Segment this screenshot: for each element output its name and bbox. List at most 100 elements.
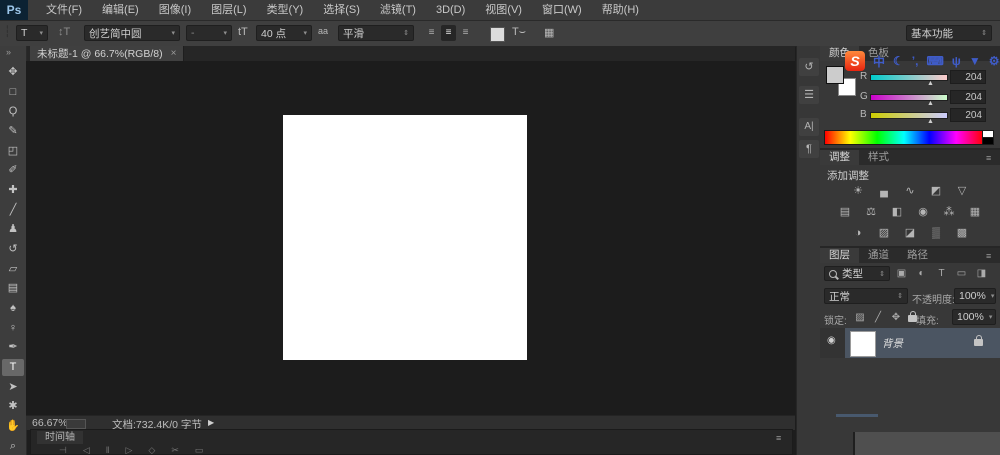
tab-styles[interactable]: 样式 [859, 150, 898, 165]
adj-color-lookup-button[interactable]: ▦ [967, 205, 983, 220]
properties-panel-button[interactable]: ☰ [799, 86, 819, 104]
timeline-control-icon[interactable]: ◇ [148, 445, 155, 455]
menu-layer[interactable]: 图层(L) [201, 0, 256, 20]
type-tool[interactable]: T [2, 359, 24, 376]
lasso-tool[interactable]: Ϙ [2, 103, 24, 120]
blue-slider[interactable] [870, 112, 948, 119]
menu-file[interactable]: 文件(F) [36, 0, 92, 20]
adj-invert-button[interactable]: ◑ [850, 226, 866, 241]
keyboard-icon[interactable]: ⌨ [926, 54, 943, 68]
spectrum-black-chip[interactable] [982, 137, 994, 145]
timeline-control-icon[interactable]: ◁ [83, 445, 90, 455]
blue-slider-thumb[interactable]: ▲ [927, 118, 934, 125]
skin-icon[interactable]: ▼ [969, 54, 981, 68]
tab-adjustments[interactable]: 调整 [820, 150, 859, 165]
align-center-button[interactable]: ≡ [441, 25, 456, 41]
filter-type-icon[interactable]: T [934, 266, 949, 281]
menu-select[interactable]: 选择(S) [313, 0, 370, 20]
tab-layers[interactable]: 图层 [820, 248, 859, 263]
status-flyout-arrow-icon[interactable]: ▶ [208, 418, 214, 427]
color-spectrum-bar[interactable] [824, 130, 984, 145]
crop-tool[interactable]: ◰ [2, 143, 24, 160]
adj-curves-button[interactable]: ∿ [902, 184, 918, 199]
path-selection-tool[interactable]: ➤ [2, 379, 24, 396]
zoom-level-field[interactable]: 66.67% [32, 417, 68, 429]
adj-vibrance-button[interactable]: ▽ [954, 184, 970, 199]
tab-paths[interactable]: 路径 [898, 248, 937, 263]
anti-alias-select[interactable]: 平滑 ⇕ [338, 25, 414, 41]
filter-pixel-icon[interactable]: ▣ [894, 266, 909, 281]
brush-tool[interactable]: ╱ [2, 202, 24, 219]
toolbox-overflow-icon[interactable]: » [6, 47, 11, 57]
adj-brightness-contrast-button[interactable]: ☀ [850, 184, 866, 199]
adj-threshold-button[interactable]: ◪ [902, 226, 918, 241]
workspace-select[interactable]: 基本功能 ⇕ [906, 25, 992, 41]
filter-shape-icon[interactable]: ▭ [954, 266, 969, 281]
menu-filter[interactable]: 滤镜(T) [370, 0, 426, 20]
layers-menu-icon[interactable]: ≡ [986, 251, 990, 261]
timeline-menu-icon[interactable]: ≡ [776, 433, 780, 443]
menu-image[interactable]: 图像(I) [149, 0, 201, 20]
red-slider-thumb[interactable]: ▲ [927, 80, 934, 87]
eyedropper-tool[interactable]: ✐ [2, 162, 24, 179]
layer-filter-select[interactable]: 类型 ⇕ [824, 266, 890, 281]
zoom-tool[interactable]: ⌕ [2, 438, 24, 455]
menu-help[interactable]: 帮助(H) [592, 0, 649, 20]
chinese-mode-icon[interactable]: 中 [873, 53, 885, 70]
clone-stamp-tool[interactable]: ♟ [2, 221, 24, 238]
wrench-settings-icon[interactable]: ⚙ [989, 54, 1000, 68]
layer-thumbnail[interactable] [850, 331, 876, 357]
red-slider[interactable] [870, 74, 948, 81]
timeline-control-icon[interactable]: ⊣ [59, 445, 67, 455]
blur-tool[interactable]: ♠ [2, 300, 24, 317]
adj-levels-button[interactable]: ▄ [876, 184, 892, 199]
text-orientation-toggle-icon[interactable]: ↕T [58, 26, 70, 38]
moon-icon[interactable]: ☾ [893, 54, 904, 68]
document-tab[interactable]: 未标题-1 @ 66.7%(RGB/8) × [30, 46, 184, 61]
blue-value-field[interactable]: 204 [950, 108, 986, 122]
tab-channels[interactable]: 通道 [859, 248, 898, 263]
adj-posterize-button[interactable]: ▨ [876, 226, 892, 241]
green-slider-thumb[interactable]: ▲ [927, 100, 934, 107]
hand-tool[interactable]: ✋ [2, 418, 24, 435]
paragraph-panel-button[interactable]: ¶ [799, 140, 819, 158]
move-tool[interactable]: ✥ [2, 64, 24, 81]
text-color-swatch[interactable] [490, 27, 505, 42]
green-slider[interactable] [870, 94, 948, 101]
marquee-tool[interactable]: □ [2, 84, 24, 101]
dodge-tool[interactable]: ♀ [2, 320, 24, 337]
healing-brush-tool[interactable]: ✚ [2, 182, 24, 199]
red-value-field[interactable]: 204 [950, 70, 986, 84]
timeline-control-icon[interactable]: ▭ [195, 445, 204, 455]
align-left-button[interactable]: ≡ [424, 25, 439, 41]
timeline-control-icon[interactable]: ‖ [106, 445, 110, 455]
document-canvas[interactable] [283, 115, 527, 360]
eraser-tool[interactable]: ▱ [2, 261, 24, 278]
adj-selective-color-button[interactable]: ▩ [954, 226, 970, 241]
quick-selection-tool[interactable]: ✎ [2, 123, 24, 140]
adjustments-menu-icon[interactable]: ≡ [986, 153, 990, 163]
eye-icon[interactable]: ◉ [827, 335, 836, 346]
filter-adjustment-icon[interactable]: ◐ [914, 266, 929, 281]
toggle-panels-icon[interactable]: ▦ [544, 26, 554, 39]
custom-shape-tool[interactable]: ✱ [2, 398, 24, 415]
font-size-select[interactable]: 40 点 ▾ [256, 25, 312, 41]
fill-field[interactable]: 100% ▾ [952, 309, 996, 325]
menu-edit[interactable]: 编辑(E) [92, 0, 149, 20]
filter-smart-object-icon[interactable]: ◨ [974, 266, 989, 281]
history-panel-button[interactable]: ↺ [799, 58, 819, 76]
character-panel-button[interactable]: A| [799, 118, 819, 136]
font-style-select[interactable]: - ▾ [186, 25, 232, 41]
align-right-button[interactable]: ≡ [458, 25, 473, 41]
history-brush-tool[interactable]: ↺ [2, 241, 24, 258]
menu-type[interactable]: 类型(Y) [257, 0, 314, 20]
blend-mode-select[interactable]: 正常 ⇕ [824, 288, 908, 304]
green-value-field[interactable]: 204 [950, 90, 986, 104]
menu-window[interactable]: 窗口(W) [532, 0, 592, 20]
foreground-color-swatch[interactable] [826, 66, 844, 84]
mic-icon[interactable]: ψ [952, 54, 961, 68]
adj-color-balance-button[interactable]: ⚖ [863, 205, 879, 220]
lock-transparent-button[interactable]: ▨ [854, 310, 866, 325]
lock-position-button[interactable]: ✥ [890, 310, 902, 325]
adj-exposure-button[interactable]: ◩ [928, 184, 944, 199]
